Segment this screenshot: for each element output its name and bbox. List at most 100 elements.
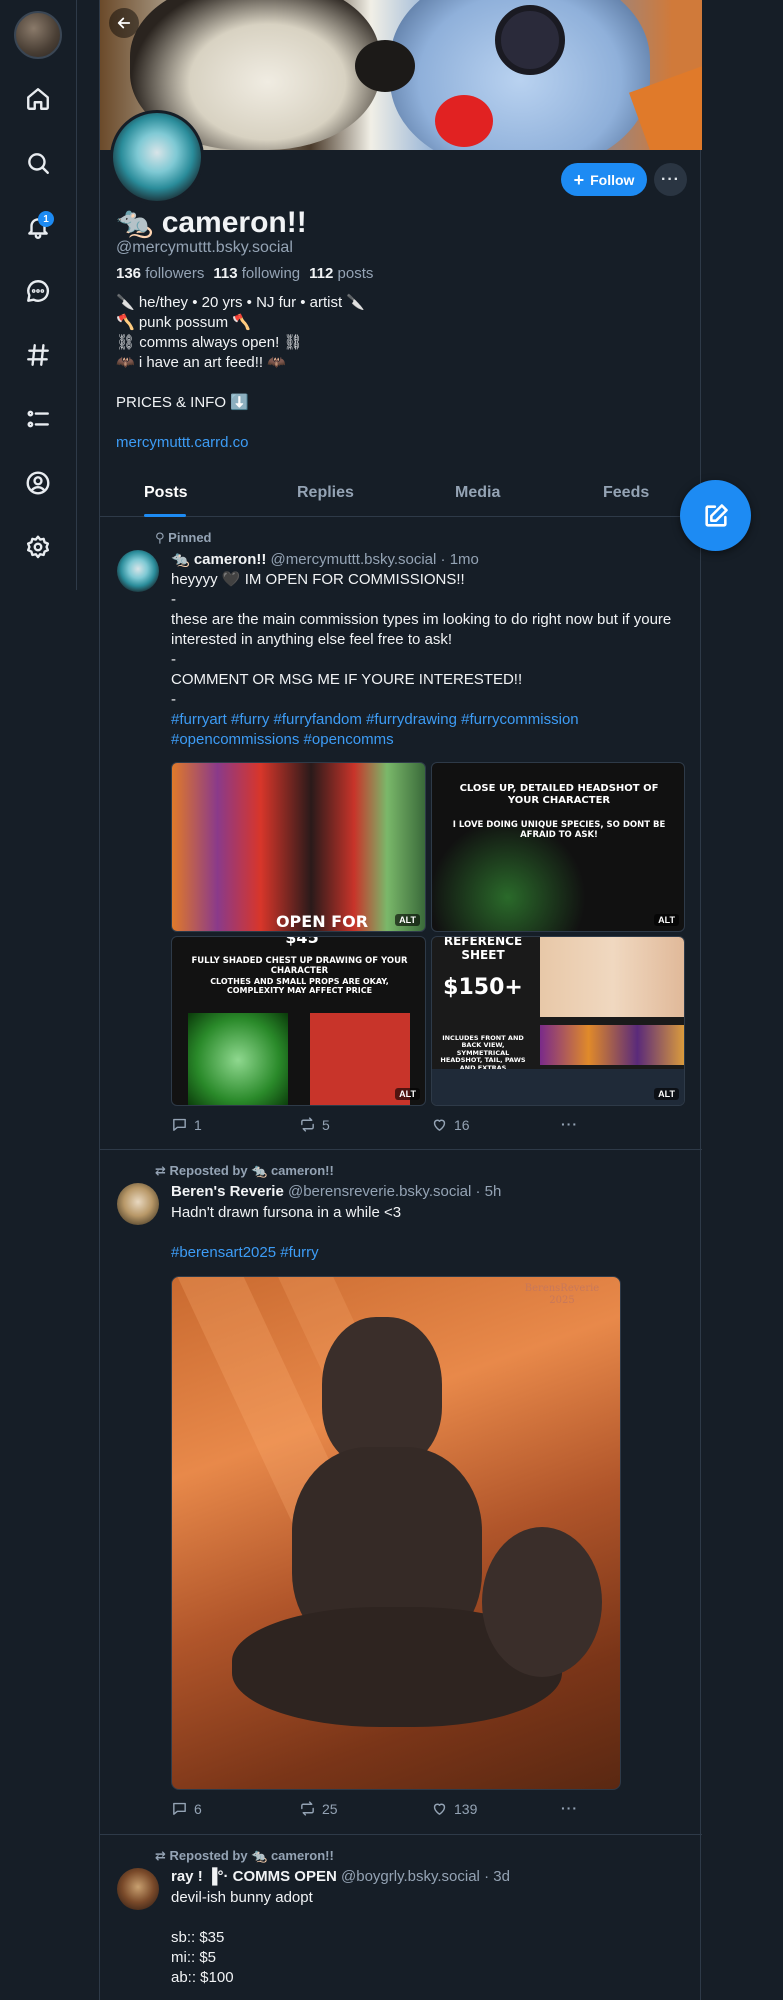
commission-image-3[interactable]: $45 FULLY SHADED CHEST UP DRAWING OF YOU…	[171, 936, 426, 1106]
post-author-handle[interactable]: @mercymuttt.bsky.social	[271, 551, 437, 568]
repost-context: ⇄ Reposted by 🐀 cameron!!	[155, 1163, 334, 1178]
image-text: CLOTHES AND SMALL PROPS ARE OKAY, COMPLE…	[210, 977, 389, 996]
arrow-left-icon	[117, 17, 131, 29]
image-text: OPEN FOR	[275, 912, 369, 931]
left-nav: 1	[0, 0, 77, 590]
repost-button[interactable]: 25	[299, 1800, 338, 1817]
post-actions: 1 5 16 ···	[171, 1116, 591, 1136]
bio-line: 🔪 he/they • 20 yrs • NJ fur • artist 🔪	[116, 294, 366, 311]
repost-count: 5	[322, 1116, 330, 1133]
tab-media[interactable]: Media	[455, 484, 500, 502]
alt-badge[interactable]: ALT	[654, 914, 679, 926]
display-name: 🐀 cameron!!	[116, 206, 307, 239]
pin-icon: ⚲	[155, 530, 165, 545]
posts-stat: 112 posts	[309, 265, 374, 282]
reply-count: 1	[194, 1116, 202, 1133]
image-text: FULLY SHADED CHEST UP DRAWING OF YOUR CH…	[191, 956, 408, 976]
bio-line: 🦇 i have an art feed!! 🦇	[116, 354, 286, 371]
post-author-handle[interactable]: @boygrly.bsky.social	[341, 1868, 480, 1885]
post-author-name[interactable]: 🐀 cameron!!	[171, 551, 266, 568]
artist-signature: BerensReverie 2025	[524, 1283, 600, 1306]
post-body: Hadn't drawn fursona in a while <3 #bere…	[171, 1203, 691, 1263]
post-time[interactable]: · 1mo	[441, 551, 479, 568]
tab-posts[interactable]: Posts	[144, 484, 188, 502]
repost-context: ⇄ Reposted by 🐀 cameron!!	[155, 1848, 334, 1863]
bio-line: 🪓 punk possum 🪓	[116, 314, 251, 331]
alt-badge[interactable]: ALT	[395, 1088, 420, 1100]
lists-icon[interactable]	[20, 401, 56, 437]
chat-icon[interactable]	[20, 273, 56, 309]
ellipsis-icon: ···	[561, 1800, 578, 1816]
post-text-line: heyyyy 🖤 IM OPEN FOR COMMISSIONS!!	[171, 571, 465, 588]
commission-image-2[interactable]: CLOSE UP, DETAILED HEADSHOT OF YOUR CHAR…	[431, 762, 685, 932]
post-author-handle[interactable]: @berensreverie.bsky.social	[288, 1183, 471, 1200]
reply-count: 6	[194, 1800, 202, 1817]
post-author-avatar[interactable]	[117, 1868, 159, 1910]
home-icon[interactable]	[20, 81, 56, 117]
post-body: devil-ish bunny adopt sb:: $35 mi:: $5 a…	[171, 1888, 691, 1988]
image-text: CLOSE UP, DETAILED HEADSHOT OF YOUR CHAR…	[459, 783, 659, 806]
repost-button[interactable]: 5	[299, 1116, 330, 1133]
post-time[interactable]: · 3d	[484, 1868, 510, 1885]
post-more-button[interactable]: ···	[561, 1800, 578, 1816]
post-text-line	[171, 1223, 691, 1243]
like-button[interactable]: 139	[431, 1800, 477, 1817]
followers-stat[interactable]: 136 followers	[116, 265, 204, 282]
post-author-avatar[interactable]	[117, 550, 159, 592]
search-icon[interactable]	[20, 145, 56, 181]
post-time[interactable]: · 5h	[476, 1183, 502, 1200]
post-text-line: -	[171, 651, 176, 668]
post-image-fursona[interactable]: BerensReverie 2025	[171, 1276, 621, 1790]
repost-icon	[301, 1801, 314, 1816]
feeds-hashtag-icon[interactable]	[20, 337, 56, 373]
like-button[interactable]: 16	[431, 1116, 470, 1133]
post-body: heyyyy 🖤 IM OPEN FOR COMMISSIONS!! - the…	[171, 570, 691, 750]
profile-stats: 136 followers 113 following 112 posts	[116, 265, 373, 282]
post-author-name[interactable]: Beren's Reverie	[171, 1183, 284, 1200]
post-author-avatar[interactable]	[117, 1183, 159, 1225]
more-options-button[interactable]: ···	[654, 163, 687, 196]
current-user-avatar[interactable]	[14, 11, 62, 59]
like-count: 16	[454, 1116, 470, 1133]
ellipsis-icon: ···	[561, 1116, 578, 1132]
post-text-line: -	[171, 691, 176, 708]
image-text: I LOVE DOING UNIQUE SPECIES, SO DONT BE …	[452, 820, 666, 840]
image-text: $45	[285, 936, 319, 947]
notification-badge: 1	[38, 211, 54, 227]
alt-badge[interactable]: ALT	[395, 914, 420, 926]
post-author-name[interactable]: ray ! ▐°· COMMS OPEN	[171, 1868, 337, 1885]
alt-badge[interactable]: ALT	[654, 1088, 679, 1100]
post-hashtags[interactable]: #berensart2025 #furry	[171, 1243, 691, 1263]
post-text-line: devil-ish bunny adopt	[171, 1889, 313, 1906]
bio-line	[116, 373, 365, 393]
ellipsis-icon: ···	[661, 170, 680, 188]
post-text-line: -	[171, 591, 176, 608]
profile-icon[interactable]	[20, 465, 56, 501]
follow-button[interactable]: + Follow	[561, 163, 647, 196]
profile-avatar[interactable]	[110, 110, 204, 204]
post-repost-berens[interactable]: ⇄ Reposted by 🐀 cameron!! Beren's Reveri…	[100, 1150, 702, 1834]
settings-gear-icon[interactable]	[20, 529, 56, 565]
post-header: Beren's Reverie @berensreverie.bsky.soci…	[171, 1183, 501, 1200]
post-text-line: these are the main commission types im l…	[171, 611, 672, 648]
repost-count: 25	[322, 1800, 338, 1817]
commission-image-4[interactable]: REFERENCE SHEET $150+ INCLUDES FRONT AND…	[431, 936, 685, 1106]
tab-replies[interactable]: Replies	[297, 484, 354, 502]
compose-post-button[interactable]	[680, 480, 751, 551]
post-image-grid: OPEN FOR ALT CLOSE UP, DETAILED HEADSHOT…	[171, 762, 685, 1106]
post-hashtags[interactable]: #furryart #furry #furryfandom #furrydraw…	[171, 710, 691, 750]
reply-button[interactable]: 6	[171, 1800, 202, 1817]
post-pinned[interactable]: ⚲ Pinned 🐀 cameron!! @mercymuttt.bsky.so…	[100, 517, 702, 1150]
commission-image-1[interactable]: OPEN FOR ALT	[171, 762, 426, 932]
back-button[interactable]	[109, 8, 139, 38]
bio-link[interactable]: mercymuttt.carrd.co	[116, 433, 365, 453]
reply-button[interactable]: 1	[171, 1116, 202, 1133]
reply-icon	[173, 1802, 186, 1815]
tab-feeds[interactable]: Feeds	[603, 484, 649, 502]
image-text: REFERENCE SHEET	[443, 936, 523, 962]
following-stat[interactable]: 113 following	[213, 265, 300, 282]
notifications-icon[interactable]: 1	[20, 209, 56, 245]
post-repost-ray[interactable]: ⇄ Reposted by 🐀 cameron!! ray ! ▐°· COMM…	[100, 1835, 702, 2000]
profile-column: + Follow ··· 🐀 cameron!! @mercymuttt.bsk…	[99, 0, 702, 2000]
post-more-button[interactable]: ···	[561, 1116, 578, 1132]
